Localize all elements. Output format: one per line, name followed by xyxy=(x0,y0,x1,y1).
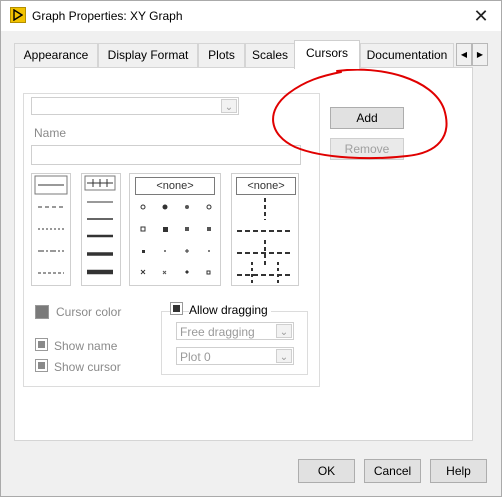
dragging-mode-dropdown[interactable]: Free dragging ⌄ xyxy=(176,322,294,340)
remove-button[interactable]: Remove xyxy=(330,138,404,160)
dialog-window: Graph Properties: XY Graph ✕ Appearance … xyxy=(0,0,502,497)
show-name-checkbox[interactable] xyxy=(35,338,48,351)
point-style-picker[interactable]: <none> xyxy=(129,173,221,286)
name-label: Name xyxy=(34,126,67,140)
allow-dragging-label: Allow dragging xyxy=(189,303,271,317)
chevron-down-icon: ⌄ xyxy=(276,324,292,338)
tab-scales[interactable]: Scales xyxy=(245,43,295,68)
tab-display-format[interactable]: Display Format xyxy=(98,43,198,68)
tab-scroll-left-button[interactable]: ◀ xyxy=(456,43,472,66)
cancel-button[interactable]: Cancel xyxy=(364,459,421,483)
window-title: Graph Properties: XY Graph xyxy=(32,9,183,23)
show-name-label: Show name xyxy=(54,339,118,353)
help-button[interactable]: Help xyxy=(430,459,487,483)
add-button[interactable]: Add xyxy=(330,107,404,129)
line-style-picker[interactable]: <none> xyxy=(231,173,299,286)
line-width-picker[interactable] xyxy=(81,173,121,286)
line-style-options xyxy=(237,198,293,284)
close-button[interactable]: ✕ xyxy=(461,1,501,31)
cursor-style-options xyxy=(34,175,68,274)
tab-scroll-right-button[interactable]: ▶ xyxy=(472,43,488,66)
title-bar: Graph Properties: XY Graph ✕ xyxy=(1,1,501,31)
arrow-left-icon: ◀ xyxy=(460,50,468,59)
point-style-options xyxy=(140,204,212,275)
arrow-right-icon: ▶ xyxy=(476,50,484,59)
ok-button[interactable]: OK xyxy=(298,459,355,483)
cursor-select-dropdown[interactable]: ⌄ xyxy=(31,97,239,115)
labview-app-icon xyxy=(10,7,26,23)
show-cursor-label: Show cursor xyxy=(54,360,121,374)
tab-documentation[interactable]: Documentation xyxy=(360,43,454,68)
tab-cursors[interactable]: Cursors xyxy=(294,40,360,69)
allow-dragging-checkbox[interactable] xyxy=(170,302,183,315)
tab-appearance[interactable]: Appearance xyxy=(14,43,98,68)
chevron-down-icon: ⌄ xyxy=(276,349,292,363)
tab-plots[interactable]: Plots xyxy=(198,43,245,68)
close-icon: ✕ xyxy=(473,5,489,26)
allow-dragging-group xyxy=(161,311,308,375)
cursor-color-swatch[interactable] xyxy=(35,305,49,319)
line-width-options xyxy=(84,175,116,275)
cursor-style-picker[interactable] xyxy=(31,173,71,286)
cursor-name-field[interactable] xyxy=(31,145,301,165)
chevron-down-icon: ⌄ xyxy=(221,99,237,113)
cursor-color-label: Cursor color xyxy=(56,305,122,319)
show-cursor-checkbox[interactable] xyxy=(35,359,48,372)
plot-select-dropdown[interactable]: Plot 0 ⌄ xyxy=(176,347,294,365)
